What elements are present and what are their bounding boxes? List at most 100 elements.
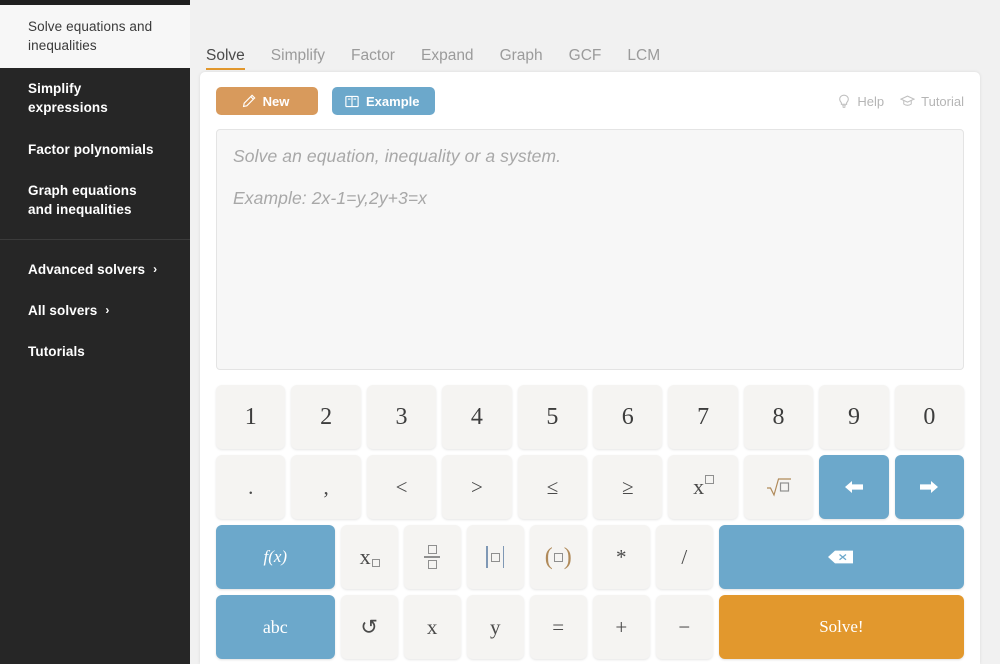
key-x[interactable]: x: [403, 595, 461, 659]
sidebar-item-advanced-solvers[interactable]: Advanced solvers ›: [0, 249, 190, 290]
sidebar-item-factor-polynomials[interactable]: Factor polynomials: [0, 129, 190, 170]
sidebar-item-label: Factor polynomials: [28, 141, 154, 157]
tab-label: Solve: [206, 46, 245, 64]
key-label: <: [395, 474, 408, 499]
key-9[interactable]: 9: [819, 385, 889, 449]
key-period[interactable]: .: [216, 455, 286, 519]
example-button-label: Example: [366, 93, 420, 109]
key-label: Solve!: [819, 617, 864, 636]
key-1[interactable]: 1: [216, 385, 286, 449]
power-glyph-icon: x: [693, 474, 715, 500]
key-fraction[interactable]: [403, 525, 461, 589]
key-greater-than[interactable]: >: [442, 455, 512, 519]
key-absolute-value[interactable]: [466, 525, 524, 589]
key-arrow-left[interactable]: [819, 455, 889, 519]
sidebar-item-label: Solve equations and inequalities: [28, 19, 153, 54]
sidebar-item-tutorials[interactable]: Tutorials: [0, 331, 190, 372]
key-6[interactable]: 6: [593, 385, 663, 449]
key-plus[interactable]: +: [592, 595, 650, 659]
sidebar-divider: [0, 239, 190, 241]
book-icon: [345, 95, 359, 108]
key-label: abc: [262, 616, 288, 637]
equation-input[interactable]: Solve an equation, inequality or a syste…: [216, 129, 964, 370]
key-2[interactable]: 2: [291, 385, 361, 449]
key-abc[interactable]: abc: [216, 595, 335, 659]
tab-label: Graph: [499, 46, 543, 64]
key-7[interactable]: 7: [668, 385, 738, 449]
key-less-than[interactable]: <: [366, 455, 437, 519]
tab-simplify[interactable]: Simplify: [271, 47, 325, 73]
new-button[interactable]: New: [216, 87, 318, 115]
math-keypad: 1 2 3 4 5 6 7 8 9 0 . , < > ≤ ≥ x f(x) x…: [216, 385, 965, 659]
chevron-right-icon: ›: [105, 303, 110, 318]
help-button[interactable]: Help: [837, 94, 884, 109]
key-label: 3: [395, 403, 408, 430]
key-label: *: [616, 544, 627, 569]
key-label: >: [471, 474, 483, 499]
key-label: ,: [323, 474, 329, 499]
solver-card: New Example Help Tutorial Solve an equat…: [200, 72, 980, 664]
keypad-row-variables: abc ↺ x y = + − Solve!: [216, 595, 965, 659]
placeholder-line-1: Solve an equation, inequality or a syste…: [233, 146, 562, 166]
backspace-icon: [826, 547, 856, 567]
key-divide[interactable]: /: [655, 525, 713, 589]
key-4[interactable]: 4: [442, 385, 512, 449]
sidebar-item-label: Simplify expressions: [28, 81, 108, 116]
key-power[interactable]: x: [668, 455, 738, 519]
keypad-row-digits: 1 2 3 4 5 6 7 8 9 0: [216, 385, 965, 449]
sidebar-item-label: All solvers: [28, 303, 98, 319]
key-label: 1: [244, 403, 257, 430]
sidebar-item-all-solvers[interactable]: All solvers ›: [0, 290, 190, 331]
tutorial-button[interactable]: Tutorial: [900, 94, 964, 109]
key-minus[interactable]: −: [655, 595, 713, 659]
key-label: 5: [546, 403, 559, 430]
new-button-label: New: [262, 93, 290, 109]
key-label: −: [678, 614, 691, 639]
key-function[interactable]: f(x): [216, 525, 335, 589]
tab-bar: Solve Simplify Factor Expand Graph GCF L…: [190, 0, 1000, 72]
example-button[interactable]: Example: [332, 87, 436, 115]
key-parentheses[interactable]: (): [529, 525, 587, 589]
card-toolbar: New Example Help Tutorial: [216, 86, 964, 116]
tab-label: Expand: [420, 46, 474, 64]
key-arrow-right[interactable]: [894, 455, 965, 519]
key-backspace[interactable]: [718, 525, 965, 589]
key-8[interactable]: 8: [743, 385, 814, 449]
tab-graph[interactable]: Graph: [499, 46, 543, 73]
lightbulb-icon: [837, 94, 851, 109]
tab-factor[interactable]: Factor: [351, 47, 395, 73]
key-less-or-equal[interactable]: ≤: [517, 455, 588, 519]
key-comma[interactable]: ,: [291, 455, 361, 519]
sidebar-item-label: Advanced solvers: [28, 262, 146, 278]
key-equals[interactable]: =: [529, 595, 587, 659]
key-label: 8: [772, 403, 785, 430]
sidebar-item-simplify-expressions[interactable]: Simplify expressions: [0, 68, 190, 128]
subscript-glyph-icon: x: [360, 544, 380, 570]
key-subscript[interactable]: x: [340, 525, 398, 589]
key-label: 9: [847, 403, 860, 430]
sidebar-item-graph-equations[interactable]: Graph equations and inequalities: [0, 170, 190, 230]
key-label: =: [552, 614, 565, 639]
key-undo[interactable]: ↺: [340, 595, 398, 659]
key-label: ↺: [360, 614, 378, 639]
key-solve[interactable]: Solve!: [718, 595, 965, 659]
fraction-glyph-icon: [424, 545, 441, 569]
sidebar: Solve equations and inequalities Simplif…: [0, 0, 190, 664]
absolute-value-glyph-icon: [483, 546, 507, 568]
arrow-right-icon: [918, 478, 940, 496]
key-3[interactable]: 3: [366, 385, 437, 449]
key-label: ≥: [621, 474, 634, 499]
sidebar-item-label: Tutorials: [28, 344, 85, 360]
tab-solve[interactable]: Solve: [206, 46, 245, 73]
key-multiply[interactable]: *: [592, 525, 650, 589]
tab-gcf[interactable]: GCF: [569, 47, 602, 73]
tutorial-label: Tutorial: [921, 93, 964, 109]
key-0[interactable]: 0: [894, 385, 965, 449]
tab-lcm[interactable]: LCM: [627, 47, 660, 73]
key-y[interactable]: y: [466, 595, 524, 659]
tab-expand[interactable]: Expand: [420, 46, 474, 73]
key-square-root[interactable]: [743, 455, 814, 519]
sidebar-item-solve-equations[interactable]: Solve equations and inequalities: [0, 5, 190, 69]
key-greater-or-equal[interactable]: ≥: [593, 455, 663, 519]
key-5[interactable]: 5: [517, 385, 588, 449]
